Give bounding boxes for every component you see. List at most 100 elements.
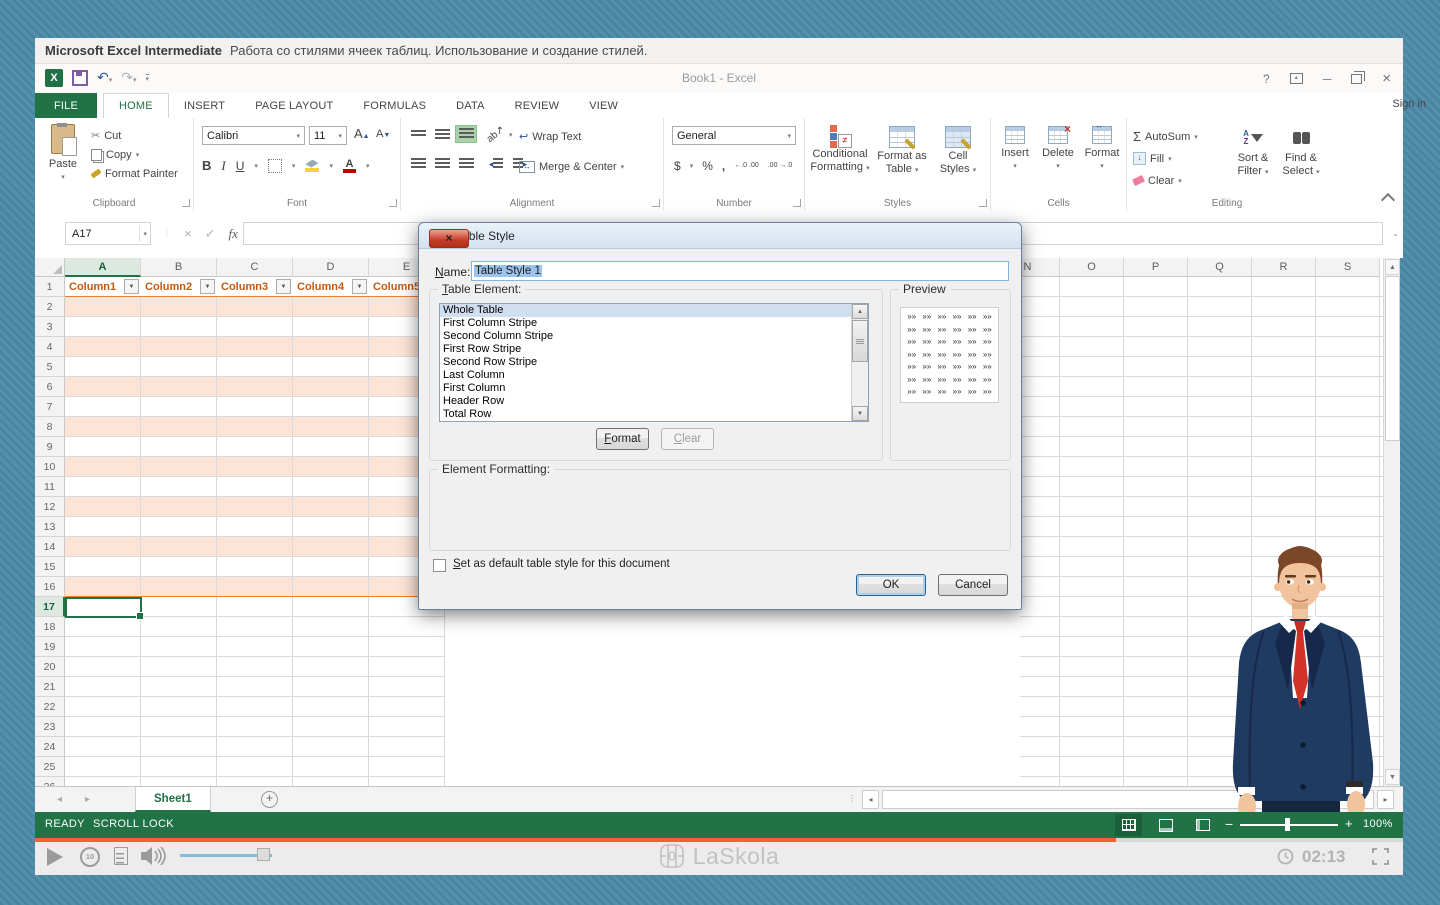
close-icon[interactable]: × [1382, 70, 1391, 87]
increase-font-icon[interactable]: A▲ [354, 126, 370, 141]
wrap-text-button[interactable]: ↩Wrap Text [519, 127, 581, 146]
vertical-scroll-thumb[interactable] [1385, 276, 1400, 441]
fill-color-icon[interactable] [305, 160, 319, 172]
cancel-button[interactable]: Cancel [938, 574, 1008, 596]
cell-styles-button[interactable]: Cell Styles ▾ [933, 124, 983, 177]
zoom-out-icon[interactable]: − [1225, 816, 1234, 832]
row-header-16[interactable]: 16 [35, 577, 65, 597]
list-item-first-column-stripe[interactable]: First Column Stripe [440, 317, 868, 330]
row-header-13[interactable]: 13 [35, 517, 65, 537]
fill-handle[interactable] [136, 612, 144, 620]
list-item-second-column-stripe[interactable]: Second Column Stripe [440, 330, 868, 343]
row-header-11[interactable]: 11 [35, 477, 65, 497]
bottom-align-icon[interactable] [455, 125, 477, 143]
filter-dropdown-icon[interactable]: ▼ [124, 279, 139, 294]
column-header-C[interactable]: C [217, 258, 293, 277]
list-item-second-row-stripe[interactable]: Second Row Stripe [440, 356, 868, 369]
clear-element-button[interactable]: Clear [661, 428, 714, 450]
normal-view-icon[interactable] [1115, 814, 1142, 836]
active-cell-A17[interactable] [65, 597, 142, 618]
new-sheet-icon[interactable]: + [261, 791, 278, 808]
format-element-button[interactable]: Format [596, 428, 649, 450]
column-header-P[interactable]: P [1124, 258, 1188, 277]
font-name-select[interactable]: Calibri▾ [202, 126, 305, 145]
tab-review[interactable]: REVIEW [500, 93, 575, 118]
top-align-icon[interactable] [407, 125, 429, 143]
tab-scrollbar-splitter[interactable]: ⋮ [848, 794, 857, 803]
collapse-ribbon-icon[interactable] [1381, 193, 1395, 207]
column-header-S[interactable]: S [1316, 258, 1380, 277]
fill-button[interactable]: ↓ Fill▾ [1133, 149, 1172, 168]
row-header-26[interactable]: 26 [35, 777, 65, 786]
row-header-9[interactable]: 9 [35, 437, 65, 457]
currency-format-icon[interactable]: $ [674, 159, 681, 173]
row-header-10[interactable]: 10 [35, 457, 65, 477]
zoom-slider-handle[interactable] [1285, 818, 1290, 831]
row-header-22[interactable]: 22 [35, 697, 65, 717]
comma-format-icon[interactable]: , [722, 159, 725, 173]
merge-center-button[interactable]: ↔ Merge & Center▾ [519, 157, 624, 176]
align-right-icon[interactable] [455, 155, 477, 173]
row-header-23[interactable]: 23 [35, 717, 65, 737]
row-header-25[interactable]: 25 [35, 757, 65, 777]
select-all-corner[interactable] [35, 258, 65, 277]
font-dialog-launcher-icon[interactable] [389, 199, 397, 207]
page-layout-view-icon[interactable] [1152, 814, 1179, 836]
minimize-icon[interactable]: ─ [1323, 72, 1332, 86]
column-header-O[interactable]: O [1060, 258, 1124, 277]
find-select-button[interactable]: Find & Select ▾ [1279, 126, 1323, 179]
bold-button[interactable]: B [202, 158, 211, 173]
insert-function-icon[interactable]: fx [229, 226, 238, 242]
sign-in-link[interactable]: Sign in [1392, 98, 1426, 110]
scroll-down-icon[interactable]: ▼ [1385, 769, 1400, 785]
tab-home[interactable]: HOME [103, 93, 169, 118]
filter-dropdown-icon[interactable]: ▼ [352, 279, 367, 294]
zoom-level[interactable]: 100% [1363, 818, 1393, 830]
alignment-dialog-launcher-icon[interactable] [652, 199, 660, 207]
row-header-24[interactable]: 24 [35, 737, 65, 757]
vertical-scrollbar[interactable]: ▲ ▼ [1383, 258, 1400, 786]
column-header-B[interactable]: B [141, 258, 217, 277]
decrease-font-icon[interactable]: A▼ [376, 128, 390, 140]
expand-formula-bar-icon[interactable]: ⌄ [1392, 229, 1399, 238]
delete-cells-button[interactable]: × Delete▾ [1037, 126, 1079, 173]
cut-button[interactable]: ✂Cut [91, 126, 178, 145]
column-header-R[interactable]: R [1252, 258, 1316, 277]
sheet-tab-sheet1[interactable]: Sheet1 [135, 787, 211, 812]
table-banded-rows[interactable] [65, 297, 445, 597]
row-header-14[interactable]: 14 [35, 537, 65, 557]
format-as-table-button[interactable]: Format as Table ▾ [873, 124, 931, 177]
copy-button[interactable]: Copy▾ [91, 145, 178, 164]
insert-cells-button[interactable]: Insert▾ [995, 126, 1035, 173]
decrease-indent-icon[interactable]: ◂ [485, 155, 507, 173]
row-header-8[interactable]: 8 [35, 417, 65, 437]
align-left-icon[interactable] [407, 155, 429, 173]
increase-decimal-icon[interactable]: ←.0 .00 [734, 162, 759, 169]
list-item-first-row-stripe[interactable]: First Row Stripe [440, 343, 868, 356]
list-item-first-column[interactable]: First Column [440, 382, 868, 395]
tab-file[interactable]: FILE [35, 93, 97, 118]
tab-data[interactable]: DATA [441, 93, 500, 118]
percent-format-icon[interactable]: % [702, 159, 713, 173]
default-style-checkbox-label[interactable]: Set as default table style for this docu… [453, 558, 670, 570]
row-header-3[interactable]: 3 [35, 317, 65, 337]
cancel-formula-icon[interactable]: × [184, 226, 192, 241]
italic-button[interactable]: I [221, 158, 225, 174]
fullscreen-icon[interactable] [1372, 848, 1389, 865]
tab-formulas[interactable]: FORMULAS [348, 93, 441, 118]
conditional-formatting-button[interactable]: ≠ Conditional Formatting ▾ [809, 124, 871, 175]
name-box-dropdown-icon[interactable]: ▾ [139, 226, 150, 242]
table-element-list[interactable]: Whole Table First Column Stripe Second C… [439, 303, 869, 422]
column-header-A[interactable]: A [65, 258, 141, 277]
number-dialog-launcher-icon[interactable] [793, 199, 801, 207]
row-header-19[interactable]: 19 [35, 637, 65, 657]
clear-button[interactable]: Clear▾ [1133, 171, 1182, 190]
column-header-Q[interactable]: Q [1188, 258, 1252, 277]
name-box[interactable]: A17▾ [65, 222, 151, 245]
row-header-20[interactable]: 20 [35, 657, 65, 677]
ribbon-display-icon[interactable]: ▴ [1290, 73, 1303, 84]
filter-dropdown-icon[interactable]: ▼ [276, 279, 291, 294]
list-item-whole-table[interactable]: Whole Table [440, 304, 868, 317]
row-header-21[interactable]: 21 [35, 677, 65, 697]
style-name-input[interactable]: Table Style 1 [471, 261, 1009, 281]
